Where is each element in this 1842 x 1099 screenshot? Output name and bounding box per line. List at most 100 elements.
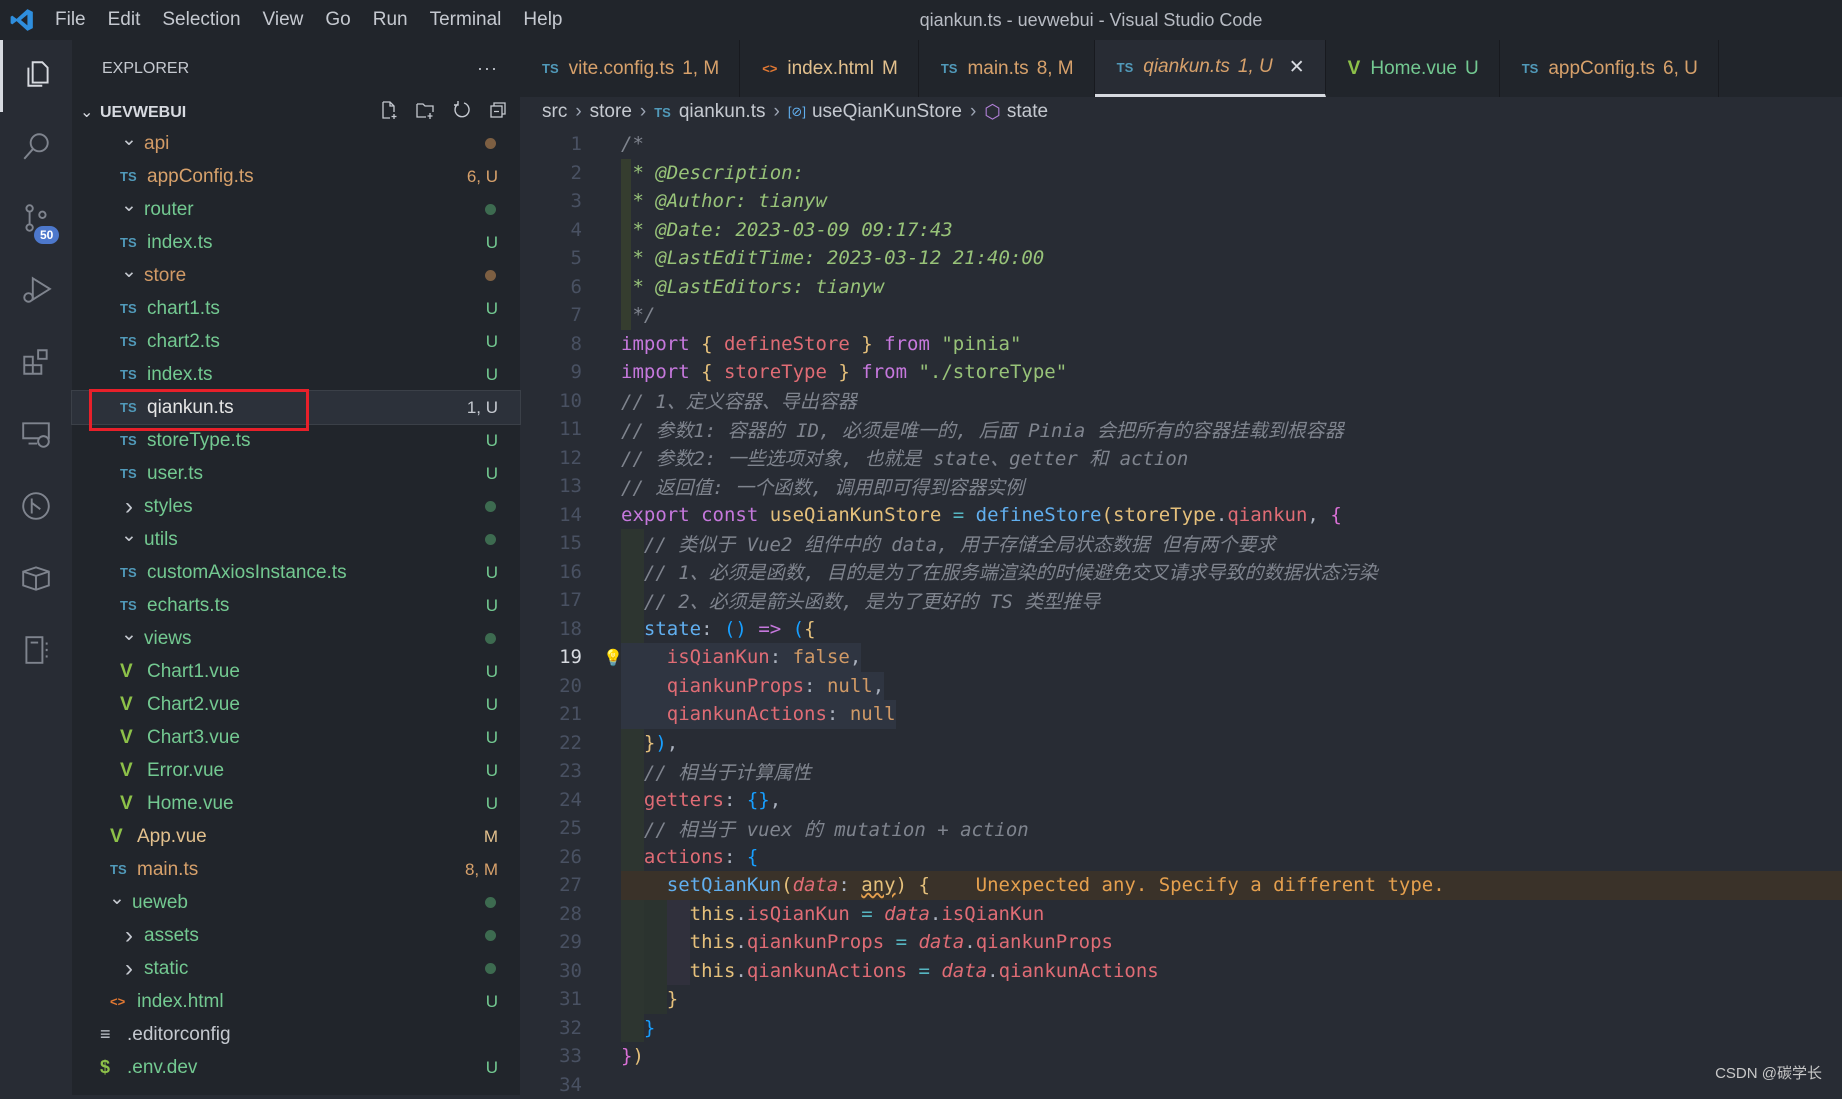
- activity-remote-explorer[interactable]: [0, 400, 72, 472]
- activity-git-graph[interactable]: [0, 472, 72, 544]
- code-token: qiankunActions: [667, 703, 827, 725]
- new-folder-icon[interactable]: [415, 100, 435, 125]
- activity-notebook[interactable]: [0, 616, 72, 688]
- menu-help[interactable]: Help: [512, 9, 573, 31]
- line-number: 8: [520, 333, 582, 355]
- breadcrumb-item[interactable]: qiankun.ts: [679, 101, 766, 123]
- file-index-html[interactable]: <>index.htmlU: [72, 985, 520, 1018]
- file-customAxiosInstance-ts[interactable]: TScustomAxiosInstance.tsU: [72, 556, 520, 589]
- refresh-icon[interactable]: [452, 100, 472, 125]
- folder-store[interactable]: ⌄store: [72, 259, 520, 292]
- menu-run[interactable]: Run: [362, 9, 419, 31]
- html-file-icon: <>: [762, 61, 777, 76]
- folder-utils[interactable]: ⌄utils: [72, 523, 520, 556]
- file-status: U: [486, 761, 498, 781]
- code-token: qiankun: [1227, 504, 1307, 526]
- menu-go[interactable]: Go: [314, 9, 361, 31]
- tab-qiankun-ts[interactable]: TSqiankun.ts1, U✕: [1095, 40, 1326, 97]
- tab-appConfig-ts[interactable]: TSappConfig.ts6, U: [1500, 40, 1719, 97]
- file-Chart3-vue[interactable]: VChart3.vueU: [72, 721, 520, 754]
- activity-explorer[interactable]: [0, 40, 72, 112]
- breadcrumb-item[interactable]: useQianKunStore: [812, 101, 962, 123]
- breadcrumb: src›store›TSqiankun.ts›[⊘]useQianKunStor…: [520, 97, 1048, 127]
- activity-package[interactable]: [0, 544, 72, 616]
- file-echarts-ts[interactable]: TSecharts.tsU: [72, 589, 520, 622]
- file-qiankun-ts[interactable]: TSqiankun.ts1, U: [72, 391, 520, 424]
- more-actions-button[interactable]: ···: [477, 58, 498, 79]
- tab-vite-config-ts[interactable]: TSvite.config.ts1, M: [520, 40, 740, 97]
- folder-api[interactable]: ⌄api: [72, 127, 520, 160]
- file-status: U: [486, 1058, 498, 1078]
- file-Chart2-vue[interactable]: VChart2.vueU: [72, 688, 520, 721]
- breadcrumb-item[interactable]: store: [590, 101, 632, 123]
- file-chart2-ts[interactable]: TSchart2.tsU: [72, 325, 520, 358]
- file-user-ts[interactable]: TSuser.tsU: [72, 457, 520, 490]
- menu-edit[interactable]: Edit: [97, 9, 152, 31]
- watermark: CSDN @碳学长: [1715, 1062, 1822, 1083]
- git-graph-icon: [20, 490, 52, 527]
- file--env-dev[interactable]: $.env.devU: [72, 1051, 520, 1084]
- breadcrumb-item[interactable]: state: [1007, 101, 1048, 123]
- activity-source-control[interactable]: 50: [0, 184, 72, 256]
- code-editor[interactable]: 1/*2 * @Description:3 * @Author: tianyw4…: [520, 130, 1842, 1099]
- line-content: * @LastEditors: tianyw: [621, 273, 884, 302]
- file-App-vue[interactable]: VApp.vueM: [72, 820, 520, 853]
- file-index-ts[interactable]: TSindex.tsU: [72, 226, 520, 259]
- tab-main-ts[interactable]: TSmain.ts8, M: [919, 40, 1095, 97]
- line-number: 28: [520, 903, 582, 925]
- file-main-ts[interactable]: TSmain.ts8, M: [72, 853, 520, 886]
- file--editorconfig[interactable]: ≡.editorconfig: [72, 1018, 520, 1051]
- explorer-sidebar: EXPLORER ··· ⌄UEVWEBUI ⌄apiTSappConfig.t…: [72, 40, 520, 1095]
- folder-static[interactable]: ›static: [72, 952, 520, 985]
- line-number: 27: [520, 874, 582, 896]
- activity-run-debug[interactable]: [0, 256, 72, 328]
- typescript-file-icon: TS: [542, 61, 559, 76]
- code-token: "./storeType": [918, 361, 1067, 383]
- code-token: {: [804, 618, 815, 640]
- folder-assets[interactable]: ›assets: [72, 919, 520, 952]
- file-Error-vue[interactable]: VError.vueU: [72, 754, 520, 787]
- code-token: {: [701, 361, 724, 383]
- code-token: null: [850, 703, 896, 725]
- file-storeType-ts[interactable]: TSstoreType.tsU: [72, 424, 520, 457]
- code-line: 11// 参数1: 容器的 ID, 必须是唯一的, 后面 Pinia 会把所有的…: [520, 415, 1842, 444]
- code-token: :: [770, 646, 793, 668]
- file-appConfig-ts[interactable]: TSappConfig.ts6, U: [72, 160, 520, 193]
- tab-index-html[interactable]: <>index.htmlM: [740, 40, 919, 97]
- line-content: // 参数1: 容器的 ID, 必须是唯一的, 后面 Pinia 会把所有的容器…: [621, 415, 1344, 444]
- file-Chart1-vue[interactable]: VChart1.vueU: [72, 655, 520, 688]
- code-line: 3 * @Author: tianyw: [520, 187, 1842, 216]
- menu-view[interactable]: View: [252, 9, 315, 31]
- file-chart1-ts[interactable]: TSchart1.tsU: [72, 292, 520, 325]
- folder-views[interactable]: ⌄views: [72, 622, 520, 655]
- lightbulb-icon[interactable]: 💡: [603, 648, 623, 667]
- line-content: this.qiankunProps = data.qiankunProps: [621, 928, 1113, 957]
- code-token: qiankunProps: [976, 931, 1113, 953]
- file-index-ts[interactable]: TSindex.tsU: [72, 358, 520, 391]
- menu-file[interactable]: File: [44, 9, 97, 31]
- breadcrumb-item[interactable]: src: [542, 101, 567, 123]
- new-file-icon[interactable]: [379, 100, 399, 125]
- code-token: [621, 874, 667, 896]
- file-Home-vue[interactable]: VHome.vueU: [72, 787, 520, 820]
- menu-terminal[interactable]: Terminal: [419, 9, 513, 31]
- code-token: this: [690, 960, 736, 982]
- vue-file-icon: V: [120, 661, 147, 683]
- code-token: /*: [621, 133, 644, 155]
- collapse-all-icon[interactable]: [488, 100, 508, 125]
- workspace-root[interactable]: ⌄UEVWEBUI: [72, 97, 520, 127]
- code-line: 10// 1、定义容器、导出容器: [520, 387, 1842, 416]
- folder-ueweb[interactable]: ⌄ueweb: [72, 886, 520, 919]
- folder-styles[interactable]: ›styles: [72, 490, 520, 523]
- close-icon[interactable]: ✕: [1289, 56, 1305, 79]
- folder-router[interactable]: ⌄router: [72, 193, 520, 226]
- menu-selection[interactable]: Selection: [151, 9, 251, 31]
- code-token: // 相当于 vuex 的 mutation + action: [621, 815, 1029, 842]
- tab-Home-vue[interactable]: VHome.vueU: [1326, 40, 1500, 97]
- tab-status: M: [882, 58, 898, 80]
- activity-extensions[interactable]: [0, 328, 72, 400]
- status-dot: [485, 963, 496, 974]
- activity-search[interactable]: [0, 112, 72, 184]
- vue-file-icon: V: [120, 760, 147, 782]
- code-token: Unexpected any. Specify a different type…: [930, 874, 1445, 896]
